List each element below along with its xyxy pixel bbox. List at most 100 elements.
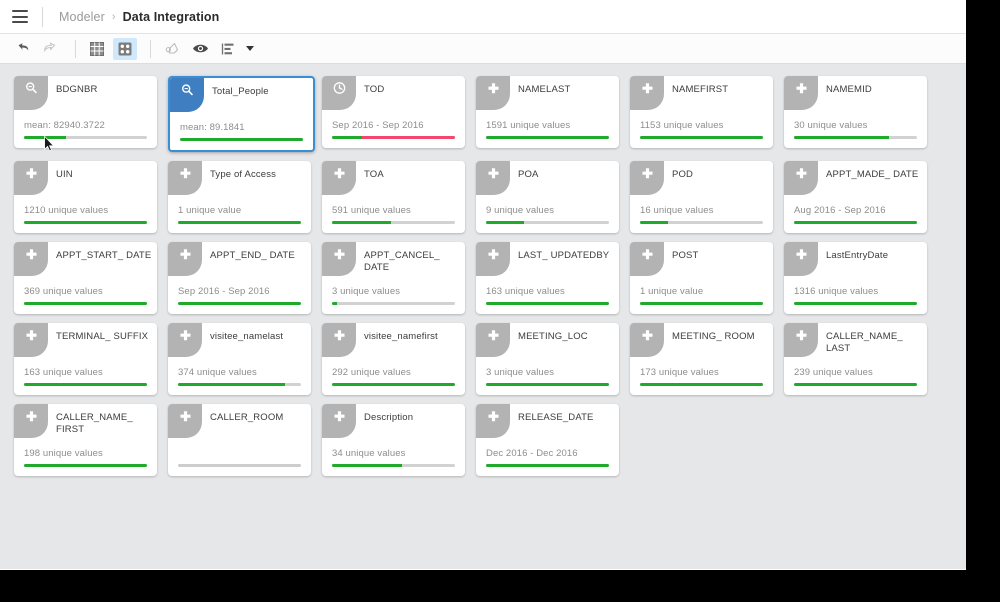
field-type-ribbon[interactable] bbox=[168, 323, 202, 357]
field-type-ribbon[interactable] bbox=[322, 323, 356, 357]
field-type-ribbon[interactable] bbox=[322, 404, 356, 438]
field-card-stat: 16 unique values bbox=[640, 205, 714, 216]
field-card[interactable]: MEETING_ ROOM 173 unique values bbox=[630, 323, 773, 395]
field-card[interactable]: NAMELAST 1591 unique values bbox=[476, 76, 619, 148]
field-card[interactable]: CALLER_ROOM bbox=[168, 404, 311, 476]
field-card[interactable]: LastEntryDate 1316 unique values bbox=[784, 242, 927, 314]
quality-bar-segment bbox=[24, 221, 147, 224]
field-type-ribbon[interactable] bbox=[476, 404, 510, 438]
field-card[interactable]: MEETING_LOC 3 unique values bbox=[476, 323, 619, 395]
field-type-ribbon[interactable] bbox=[14, 76, 48, 110]
field-card[interactable]: CALLER_NAME_ FIRST 198 unique values bbox=[14, 404, 157, 476]
quality-bar-segment bbox=[361, 136, 455, 139]
field-type-ribbon[interactable] bbox=[170, 78, 204, 112]
field-type-ribbon[interactable] bbox=[476, 161, 510, 195]
hamburger-menu-icon[interactable] bbox=[12, 10, 28, 23]
field-type-ribbon[interactable] bbox=[784, 323, 818, 357]
field-card-stat: 1316 unique values bbox=[794, 286, 879, 297]
field-card[interactable]: TOA 591 unique values bbox=[322, 161, 465, 233]
field-card[interactable]: APPT_MADE_ DATE Aug 2016 - Sep 2016 bbox=[784, 161, 927, 233]
field-type-ribbon[interactable] bbox=[14, 161, 48, 195]
field-card[interactable]: POD 16 unique values bbox=[630, 161, 773, 233]
ruler-icon bbox=[25, 82, 37, 94]
field-type-ribbon[interactable] bbox=[168, 242, 202, 276]
field-type-ribbon[interactable] bbox=[476, 76, 510, 110]
undo-button[interactable] bbox=[10, 38, 34, 60]
field-card[interactable]: RELEASE_DATE Dec 2016 - Dec 2016 bbox=[476, 404, 619, 476]
breadcrumb-root[interactable]: Modeler bbox=[59, 10, 105, 24]
field-card[interactable]: Type of Access 1 unique value bbox=[168, 161, 311, 233]
field-card-stat: 163 unique values bbox=[24, 367, 103, 378]
field-card[interactable]: TOD Sep 2016 - Sep 2016 bbox=[322, 76, 465, 148]
plus-icon bbox=[642, 83, 652, 94]
field-card[interactable]: APPT_CANCEL_ DATE 3 unique values bbox=[322, 242, 465, 314]
field-type-ribbon[interactable] bbox=[14, 323, 48, 357]
quality-bar-segment bbox=[180, 138, 303, 141]
field-card-quality-bar bbox=[178, 302, 301, 305]
field-card[interactable]: Description 34 unique values bbox=[322, 404, 465, 476]
field-card[interactable]: APPT_START_ DATE 369 unique values bbox=[14, 242, 157, 314]
table-view-button[interactable] bbox=[85, 38, 109, 60]
field-card[interactable]: NAMEFIRST 1153 unique values bbox=[630, 76, 773, 148]
app-header: Modeler › Data Integration bbox=[0, 0, 966, 34]
field-type-ribbon[interactable] bbox=[322, 161, 356, 195]
field-type-ribbon[interactable] bbox=[322, 242, 356, 276]
field-type-ribbon[interactable] bbox=[784, 242, 818, 276]
field-card[interactable]: TERMINAL_ SUFFIX 163 unique values bbox=[14, 323, 157, 395]
field-card[interactable]: POA 9 unique values bbox=[476, 161, 619, 233]
paint-button[interactable] bbox=[160, 38, 184, 60]
field-type-ribbon[interactable] bbox=[630, 161, 664, 195]
quality-bar-segment bbox=[332, 302, 337, 305]
field-type-ribbon[interactable] bbox=[14, 242, 48, 276]
field-card-quality-bar bbox=[486, 136, 609, 139]
field-type-ribbon[interactable] bbox=[630, 76, 664, 110]
card-view-button[interactable] bbox=[113, 37, 137, 60]
field-type-ribbon[interactable] bbox=[322, 76, 356, 110]
quality-bar-segment bbox=[794, 302, 917, 305]
field-card-title: APPT_MADE_ DATE bbox=[826, 169, 919, 180]
field-card[interactable]: visitee_namelast 374 unique values bbox=[168, 323, 311, 395]
field-type-ribbon[interactable] bbox=[168, 404, 202, 438]
plus-icon bbox=[180, 411, 190, 422]
field-card[interactable]: Total_People mean: 89.1841 bbox=[168, 76, 315, 152]
field-card-stat: Dec 2016 - Dec 2016 bbox=[486, 448, 578, 459]
field-card-quality-bar bbox=[332, 464, 455, 467]
field-card-title: MEETING_LOC bbox=[518, 331, 588, 342]
field-type-ribbon[interactable] bbox=[784, 161, 818, 195]
field-card-stat: 3 unique values bbox=[332, 286, 401, 297]
field-card-title: LAST_ UPDATEDBY bbox=[518, 250, 610, 261]
chevron-down-icon[interactable] bbox=[246, 46, 254, 51]
field-type-ribbon[interactable] bbox=[784, 76, 818, 110]
preview-button[interactable] bbox=[188, 38, 212, 60]
field-card-title: Type of Access bbox=[210, 169, 276, 180]
field-card-stat: 1153 unique values bbox=[640, 120, 724, 131]
field-type-ribbon[interactable] bbox=[476, 242, 510, 276]
field-card-title: TERMINAL_ SUFFIX bbox=[56, 331, 149, 342]
field-type-ribbon[interactable] bbox=[168, 161, 202, 195]
sort-button[interactable] bbox=[216, 38, 240, 60]
field-card-quality-bar bbox=[24, 464, 147, 467]
field-card[interactable]: CALLER_NAME_ LAST 239 unique values bbox=[784, 323, 927, 395]
field-card-title: APPT_END_ DATE bbox=[210, 250, 295, 261]
field-card-title: CALLER_NAME_ LAST bbox=[826, 331, 903, 354]
field-canvas: BDGNBR mean: 82940.3722 Total_People mean: … bbox=[0, 64, 966, 569]
field-type-ribbon[interactable] bbox=[14, 404, 48, 438]
field-card[interactable]: POST 1 unique value bbox=[630, 242, 773, 314]
field-card[interactable]: NAMEMID 30 unique values bbox=[784, 76, 927, 148]
redo-button[interactable] bbox=[38, 38, 62, 60]
field-card-title: TOD bbox=[364, 84, 385, 95]
field-type-ribbon[interactable] bbox=[630, 242, 664, 276]
quality-bar-segment bbox=[640, 136, 763, 139]
field-card[interactable]: visitee_namefirst 292 unique values bbox=[322, 323, 465, 395]
field-card[interactable]: UIN 1210 unique values bbox=[14, 161, 157, 233]
undo-arrow-icon bbox=[18, 43, 28, 51]
paint-roller-icon bbox=[165, 42, 179, 54]
field-card[interactable]: LAST_ UPDATEDBY 163 unique values bbox=[476, 242, 619, 314]
field-card-stat: 1210 unique values bbox=[24, 205, 109, 216]
field-card[interactable]: APPT_END_ DATE Sep 2016 - Sep 2016 bbox=[168, 242, 311, 314]
field-type-ribbon[interactable] bbox=[630, 323, 664, 357]
plus-icon bbox=[180, 249, 190, 260]
field-type-ribbon[interactable] bbox=[476, 323, 510, 357]
field-card[interactable]: BDGNBR mean: 82940.3722 bbox=[14, 76, 157, 148]
field-card-quality-bar bbox=[332, 136, 455, 139]
